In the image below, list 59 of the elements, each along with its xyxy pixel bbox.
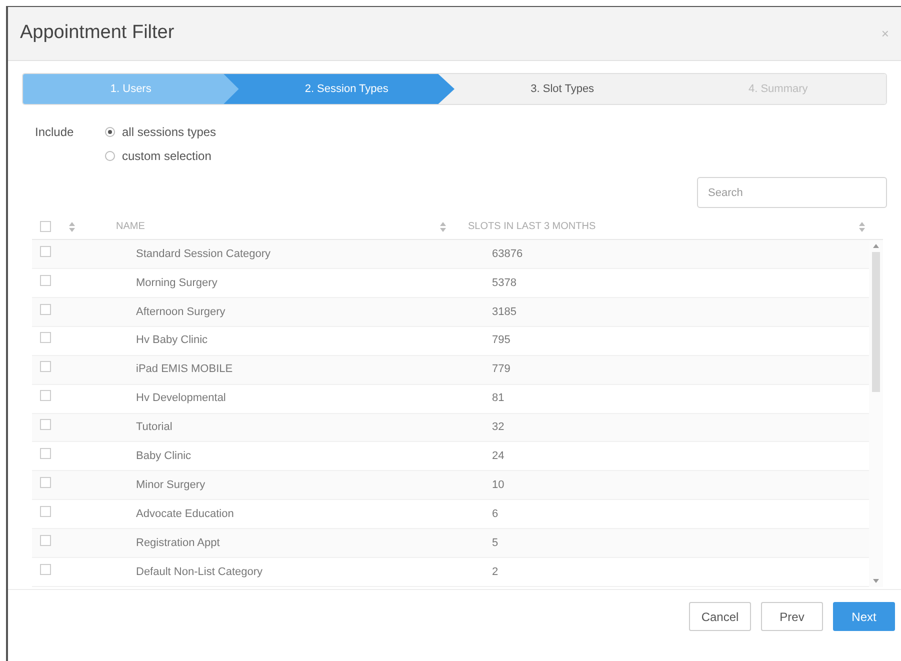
table-cell-text: 24 [491,449,506,464]
table-cell-text: Standard Session Category [135,246,272,262]
table-cell-text: 32 [491,420,506,436]
row-checkbox[interactable] [40,361,51,372]
scroll-down-icon[interactable] [873,579,879,583]
table-cell-text: 5 [491,536,500,551]
table-cell-text: Baby Clinic [135,449,192,464]
dialog-title: Appointment Filter [20,21,174,46]
include-label: Include [35,124,75,141]
row-checkbox[interactable] [40,332,51,344]
next-button[interactable]: Next [833,602,895,631]
column-header[interactable]: NAME [80,219,440,234]
radio-option[interactable]: custom selection [105,147,216,165]
radio-option[interactable]: all sessions types [105,123,216,141]
table-cell-text: Afternoon Surgery [135,304,226,320]
wizard-step[interactable]: 2. Session Types [222,74,454,104]
search-field[interactable]: Search [697,177,887,208]
row-checkbox[interactable] [40,221,51,232]
table-cell-text: 2 [491,564,500,580]
table-cell-text: 5378 [491,276,518,291]
table-cell-text: 81 [491,391,506,406]
close-button[interactable]: × [881,24,889,44]
table-cell-text: Registration Appt [135,536,221,551]
table-cell-text: 6 [491,507,500,522]
row-checkbox[interactable] [40,506,51,517]
column-header[interactable]: SLOTS IN LAST 3 MONTHS [464,219,859,234]
table-cell-text: iPad EMIS MOBILE [135,362,234,378]
table-cell-text: Morning Surgery [135,276,218,291]
dialog-button[interactable]: Cancel [689,602,751,631]
row-checkbox[interactable] [40,274,51,286]
row-checkbox[interactable] [40,419,51,430]
table-cell-text: 63876 [491,246,524,262]
row-checkbox[interactable] [40,304,51,315]
row-checkbox[interactable] [40,564,51,575]
sort-icon[interactable] [69,220,75,232]
wizard-step[interactable]: 1. Users [23,74,239,104]
scroll-up-icon[interactable] [873,244,879,248]
sort-icon[interactable] [440,220,446,232]
table-cell-text: Advocate Education [135,507,235,522]
row-checkbox[interactable] [40,534,51,546]
table-cell-text: 795 [491,333,512,348]
radio-button[interactable] [105,151,115,161]
row-checkbox[interactable] [40,477,51,488]
row-checkbox[interactable] [40,448,51,460]
table-cell-text: Default Non-List Category [135,564,264,580]
table-cell-text: Tutorial [135,420,174,436]
table-cell-text: Hv Baby Clinic [135,333,209,348]
sort-icon[interactable] [859,220,865,232]
table-cell-text: 3185 [491,304,518,320]
row-checkbox[interactable] [40,246,51,257]
table-cell-text: 10 [491,478,506,494]
radio-button[interactable] [105,127,115,137]
table-cell-text: 779 [491,362,512,378]
scrollbar[interactable] [869,240,883,587]
table-cell-text: Hv Developmental [135,391,227,406]
dialog-button[interactable]: Prev [761,602,823,631]
scrollbar-thumb[interactable] [872,252,880,392]
table-cell-text: Minor Surgery [135,478,206,494]
row-checkbox[interactable] [40,390,51,402]
